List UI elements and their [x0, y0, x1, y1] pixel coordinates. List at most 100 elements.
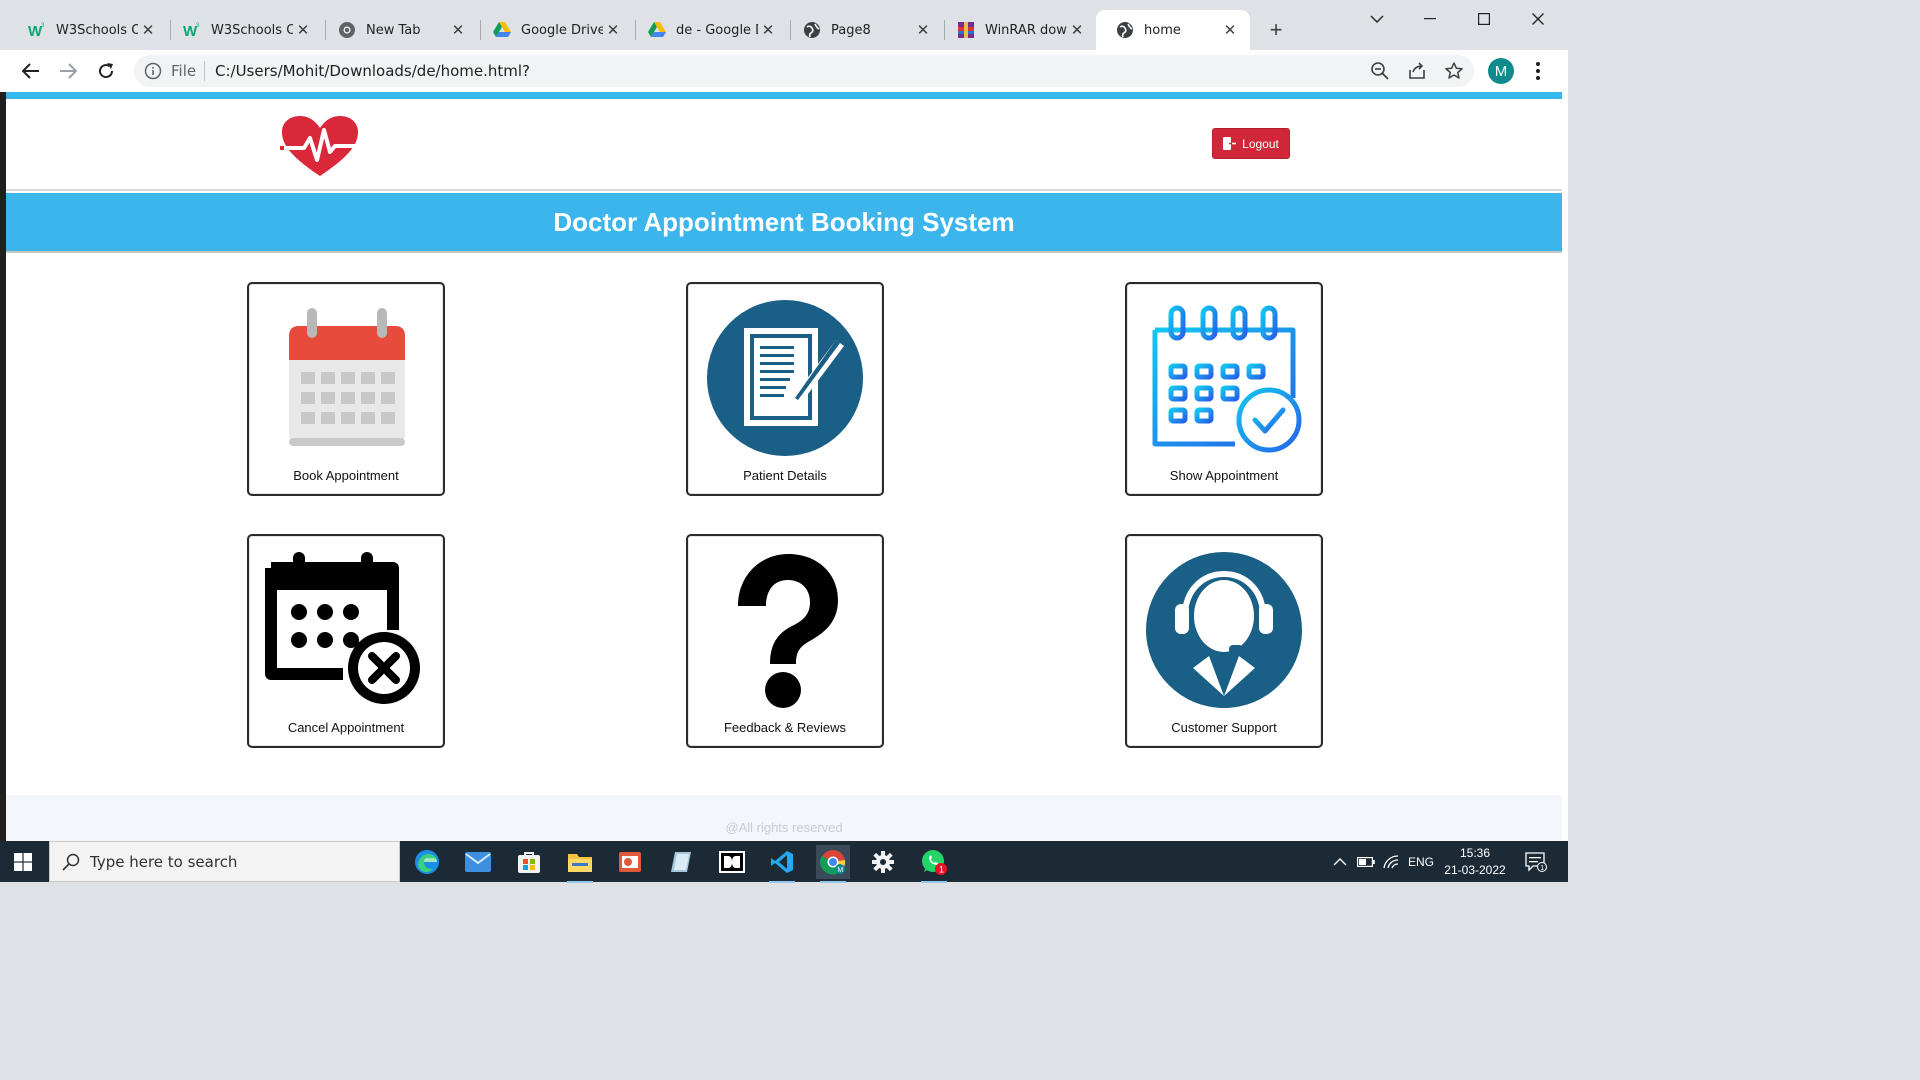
close-icon[interactable]: ✕ — [1220, 20, 1240, 40]
close-icon[interactable]: ✕ — [913, 20, 933, 40]
site-footer: @All rights reserved — [6, 795, 1562, 841]
share-icon[interactable] — [1407, 61, 1427, 81]
info-icon[interactable] — [144, 62, 162, 80]
tab-google-doc[interactable]: de - Google D ✕ — [628, 10, 788, 50]
store-taskbar-button[interactable] — [512, 845, 546, 879]
cancel-appointment-card[interactable]: Cancel Appointment — [247, 534, 445, 748]
logout-button[interactable]: Logout — [1212, 128, 1290, 159]
office-taskbar-button[interactable] — [613, 845, 647, 879]
tab-new-tab[interactable]: New Tab ✕ — [318, 10, 478, 50]
page-viewport: Logout Doctor Appointment Booking System… — [0, 92, 1568, 841]
svg-text:M: M — [837, 867, 843, 874]
dolby-taskbar-button[interactable] — [715, 845, 749, 879]
url-text[interactable]: C:/Users/Mohit/Downloads/de/home.html? — [215, 62, 530, 80]
calendar-check-icon — [1152, 305, 1302, 453]
feedback-reviews-card[interactable]: Feedback & Reviews — [686, 534, 884, 748]
taskbar-search-box[interactable]: Type here to search — [49, 841, 400, 882]
network-status[interactable] — [1383, 841, 1399, 882]
new-tab-button[interactable]: + — [1263, 17, 1289, 43]
site-header: Logout — [6, 99, 1562, 191]
tab-title: W3Schools Co — [211, 22, 293, 38]
tab-title: home — [1144, 22, 1181, 38]
tab-page8[interactable]: Page8 ✕ — [783, 10, 943, 50]
customer-support-card[interactable]: Customer Support — [1125, 534, 1323, 748]
close-icon[interactable]: ✕ — [758, 20, 778, 40]
tab-title: New Tab — [366, 22, 421, 38]
tab-home-active[interactable]: home ✕ — [1096, 10, 1250, 50]
whatsapp-icon: 1 — [922, 850, 947, 875]
calendar-cancel-icon — [265, 552, 420, 704]
store-icon — [518, 852, 540, 873]
reload-button[interactable] — [92, 57, 120, 85]
close-icon[interactable]: ✕ — [1067, 20, 1087, 40]
show-appointment-card[interactable]: Show Appointment — [1125, 282, 1323, 496]
notification-center[interactable]: 1 — [1525, 841, 1547, 882]
close-icon[interactable]: ✕ — [138, 20, 158, 40]
clock-date: 21-03-2022 — [1444, 863, 1506, 877]
zoom-out-icon[interactable] — [1370, 61, 1390, 81]
settings-taskbar-button[interactable] — [866, 845, 900, 879]
support-agent-icon — [1146, 552, 1302, 708]
maximize-icon[interactable] — [1471, 6, 1497, 32]
tab-title: Page8 — [831, 22, 871, 38]
tab-winrar[interactable]: WinRAR down ✕ — [937, 10, 1097, 50]
book-appointment-card[interactable]: Book Appointment — [247, 282, 445, 496]
window-close-icon[interactable] — [1525, 6, 1551, 32]
card-label: Patient Details — [743, 468, 827, 483]
close-icon[interactable]: ✕ — [603, 20, 623, 40]
close-icon[interactable]: ✕ — [448, 20, 468, 40]
card-label: Feedback & Reviews — [723, 720, 847, 735]
chrome-icon — [338, 21, 356, 39]
whatsapp-taskbar-button[interactable]: 1 — [917, 845, 951, 883]
folder-icon — [568, 854, 592, 872]
notes-taskbar-button[interactable] — [664, 845, 698, 879]
system-clock[interactable]: 15:36 21-03-2022 — [1440, 845, 1510, 879]
tab-google-drive[interactable]: Google Drive ✕ — [473, 10, 633, 50]
edge-taskbar-button[interactable] — [410, 845, 444, 879]
close-icon[interactable]: ✕ — [293, 20, 313, 40]
show-hidden-icons[interactable] — [1333, 841, 1347, 882]
arrow-left-icon — [22, 63, 39, 79]
dashboard-grid: Book Appointment Patient Details Show Ap… — [6, 255, 1562, 795]
card-label: Show Appointment — [1169, 468, 1279, 483]
notification-count: 1 — [1540, 865, 1544, 872]
tab-title: W3Schools On — [56, 22, 138, 38]
card-label: Customer Support — [1171, 720, 1277, 735]
windows-start-icon[interactable] — [14, 853, 32, 871]
notes-icon — [671, 852, 691, 872]
tab-w3schools-2[interactable]: W3 W3Schools Co ✕ — [163, 10, 323, 50]
input-language[interactable]: ENG — [1408, 841, 1434, 882]
address-bar[interactable]: File C:/Users/Mohit/Downloads/de/home.ht… — [134, 55, 1474, 87]
calendar-icon — [289, 308, 405, 446]
profile-avatar[interactable]: M — [1488, 58, 1514, 84]
gear-icon — [872, 851, 894, 873]
presentation-icon — [619, 852, 641, 872]
vscode-icon — [771, 851, 793, 873]
tab-title: Google Drive — [521, 22, 603, 38]
heartbeat-logo-icon[interactable] — [280, 116, 360, 178]
globe-icon — [803, 21, 821, 39]
mail-icon — [465, 852, 491, 872]
chrome-taskbar-button[interactable]: M — [816, 845, 850, 883]
more-menu-icon[interactable] — [1528, 60, 1548, 82]
file-explorer-taskbar-button[interactable] — [563, 845, 597, 883]
w3schools-icon: W3 — [28, 21, 46, 39]
forward-button[interactable] — [54, 57, 82, 85]
patient-details-card[interactable]: Patient Details — [686, 282, 884, 496]
tab-w3schools-1[interactable]: W3 W3Schools On ✕ — [8, 10, 168, 50]
reload-icon — [99, 63, 114, 79]
question-mark-icon — [738, 554, 838, 708]
minimize-icon[interactable] — [1417, 6, 1443, 32]
mail-taskbar-button[interactable] — [461, 845, 495, 879]
tab-title: WinRAR down — [985, 22, 1067, 38]
battery-status[interactable] — [1357, 841, 1375, 882]
whatsapp-badge-count: 1 — [939, 865, 944, 875]
bookmark-star-icon[interactable] — [1444, 61, 1464, 81]
vscode-taskbar-button[interactable] — [765, 845, 799, 883]
search-icon — [62, 853, 80, 871]
tab-search-chevron-icon[interactable] — [1364, 6, 1390, 32]
top-accent-bar — [6, 92, 1562, 99]
dolby-icon — [719, 851, 745, 873]
document-edit-icon — [707, 300, 863, 456]
back-button[interactable] — [17, 57, 45, 85]
